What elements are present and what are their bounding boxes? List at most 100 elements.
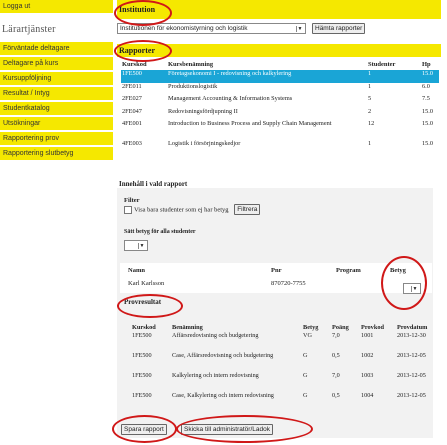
institution-row: Institutionen för ekonomistyrning och lo… <box>117 23 366 34</box>
col-header-grade: Betyg <box>303 323 319 331</box>
table-row[interactable]: 1FE500 Företagsekonomi I - redovisning o… <box>121 70 439 83</box>
set-grade-all-select[interactable]: ▼ <box>124 240 148 251</box>
fetch-reports-button[interactable]: Hämta rapporter <box>312 23 366 34</box>
table-row[interactable]: 4FE001 Introduction to Business Process … <box>121 120 439 140</box>
chevron-down-icon: ▼ <box>296 25 303 32</box>
cell-points: 0,5 <box>332 352 340 359</box>
table-row[interactable]: 2FE011 Produktionslogistik 1 6.0 <box>121 83 439 96</box>
student-grade-select[interactable]: ▼ <box>403 283 421 294</box>
cell-test: 1003 <box>361 372 374 379</box>
cell-code: 1FE500 <box>132 392 152 399</box>
cell-test: 1001 <box>361 332 374 339</box>
cell-test: 1002 <box>361 352 374 359</box>
institution-title: Institution <box>119 5 156 14</box>
cell-name: Introduction to Business Process and Sup… <box>168 120 332 127</box>
filter-button[interactable]: Filtrera <box>234 204 261 216</box>
cell-name: Logistik i försörjningskedjor <box>168 140 241 147</box>
cell-code: 4FE001 <box>122 120 142 127</box>
student-name: Karl Karlsson <box>128 280 165 287</box>
report-content-title: Innehåll i vald rapport <box>119 180 188 188</box>
cell-hp: 7.5 <box>422 95 430 102</box>
sidebar-heading: Lärartjänster <box>2 24 56 35</box>
cell-date: 2013-12-30 <box>397 332 426 339</box>
cell-code: 2FE047 <box>122 107 142 115</box>
col-header-hp: Hp <box>422 60 431 68</box>
reports-table: Kurskod Kursbenämning Studenter Hp 1FE50… <box>121 58 439 153</box>
cell-name: Case, Affärsredovisning och budgetering <box>172 352 274 359</box>
set-grade-all-label: Sätt betyg för alla studenter <box>124 229 196 235</box>
col-header-course-name: Kursbenämning <box>168 60 214 68</box>
cell-students: 2 <box>368 107 372 115</box>
cell-points: 0,5 <box>332 392 340 399</box>
col-header-course-code: Kurskod <box>122 60 147 68</box>
cell-grade: VG <box>303 332 312 339</box>
cell-test: 1004 <box>361 392 374 399</box>
cell-hp: 15.0 <box>421 70 439 83</box>
table-row: 1FE500 Case, Kalkylering och intern redo… <box>130 392 430 412</box>
cell-name: Företagsekonomi I - redovisning och kalk… <box>167 70 367 83</box>
col-header-program: Program <box>336 267 361 274</box>
table-row: 1FE500 Kalkylering och intern redovisnin… <box>130 372 430 392</box>
cell-name: Management Accounting & Information Syst… <box>168 95 293 102</box>
institution-select[interactable]: Institutionen för ekonomistyrning och lo… <box>117 23 306 34</box>
cell-grade: G <box>303 352 308 359</box>
cell-grade: G <box>303 372 308 379</box>
cell-date: 2013-12-05 <box>397 392 426 399</box>
chevron-down-icon: ▼ <box>138 242 145 249</box>
reports-title: Rapporter <box>119 46 155 55</box>
institution-select-value: Institutionen för ekonomistyrning och lo… <box>120 25 248 32</box>
col-header-course-code: Kurskod <box>132 323 156 331</box>
col-header-pnr: Pnr <box>271 267 282 274</box>
col-header-grade: Betyg <box>390 267 406 274</box>
cell-students: 1 <box>367 70 421 83</box>
cell-students: 1 <box>368 140 372 147</box>
only-ungraded-checkbox[interactable] <box>124 206 132 214</box>
logout-link[interactable]: Logga ut <box>0 0 113 13</box>
col-header-test-code: Provkod <box>361 323 384 331</box>
cell-code: 2FE011 <box>122 82 142 90</box>
cell-name: Kalkylering och intern redovisning <box>172 372 259 379</box>
main-content: Institution Institutionen för ekonomisty… <box>117 0 441 147</box>
cell-hp: 6.0 <box>422 82 430 90</box>
col-header-students: Studenter <box>368 60 396 68</box>
exam-results-title: Provresultat <box>124 298 162 306</box>
cell-code: 2FE027 <box>122 95 142 102</box>
save-report-button[interactable]: Spara rapport <box>121 424 167 435</box>
send-to-admin-button[interactable]: Skicka till administratör/Ladok <box>181 424 273 435</box>
col-header-title: Benämning <box>172 323 203 331</box>
cell-points: 7,0 <box>332 372 340 379</box>
table-row[interactable]: 2FE027 Management Accounting & Informati… <box>121 95 439 108</box>
filter-row: Visa bara studenter som ej har betyg Fil… <box>124 204 261 216</box>
cell-hp: 15.0 <box>422 140 434 147</box>
sidebar-item-student-catalog[interactable]: Studentkatalog <box>0 102 113 115</box>
exam-results-table: Kurskod Benämning Betyg Poäng Provkod Pr… <box>130 322 430 412</box>
only-ungraded-label: Visa bara studenter som ej har betyg <box>134 206 229 214</box>
table-row: 1FE500 Affärsredovisning och budgetering… <box>130 332 430 352</box>
sidebar-item-searches[interactable]: Utsökningar <box>0 117 113 130</box>
sidebar-item-course-followup[interactable]: Kursuppföljning <box>0 72 113 85</box>
cell-grade: G <box>303 392 308 399</box>
filter-label: Filter <box>124 197 140 204</box>
sidebar-item-expected-participants[interactable]: Förväntade deltagare <box>0 42 113 55</box>
cell-code: 1FE500 <box>132 332 152 339</box>
table-row[interactable]: 4FE003 Logistik i försörjningskedjor 1 1… <box>121 140 439 153</box>
cell-hp: 15.0 <box>422 120 434 127</box>
student-pnr: 870720-7755 <box>271 280 306 287</box>
institution-header: Institution <box>117 0 441 19</box>
sidebar-item-report-final-grade[interactable]: Rapportering slutbetyg <box>0 147 113 160</box>
col-header-test-date: Provdatum <box>397 323 428 331</box>
cell-name: Case, Kalkylering och intern redovisning <box>172 392 274 399</box>
cell-students: 5 <box>368 95 372 102</box>
cell-name: Redovisningsfördjupning II <box>168 107 238 115</box>
reports-header: Rapporter <box>117 44 441 57</box>
table-row[interactable]: 2FE047 Redovisningsfördjupning II 2 15.0 <box>121 108 439 121</box>
sidebar-item-course-participants[interactable]: Deltagare på kurs <box>0 57 113 70</box>
cell-points: 7,0 <box>332 332 340 339</box>
cell-code: 1FE500 <box>132 372 152 379</box>
sidebar-item-results[interactable]: Resultat / Intyg <box>0 87 113 100</box>
sidebar-item-report-exam[interactable]: Rapportering prov <box>0 132 113 145</box>
cell-hp: 15.0 <box>422 107 434 115</box>
col-header-points: Poäng <box>332 323 349 331</box>
chevron-down-icon: ▼ <box>411 285 418 292</box>
cell-code: 1FE500 <box>121 70 167 83</box>
